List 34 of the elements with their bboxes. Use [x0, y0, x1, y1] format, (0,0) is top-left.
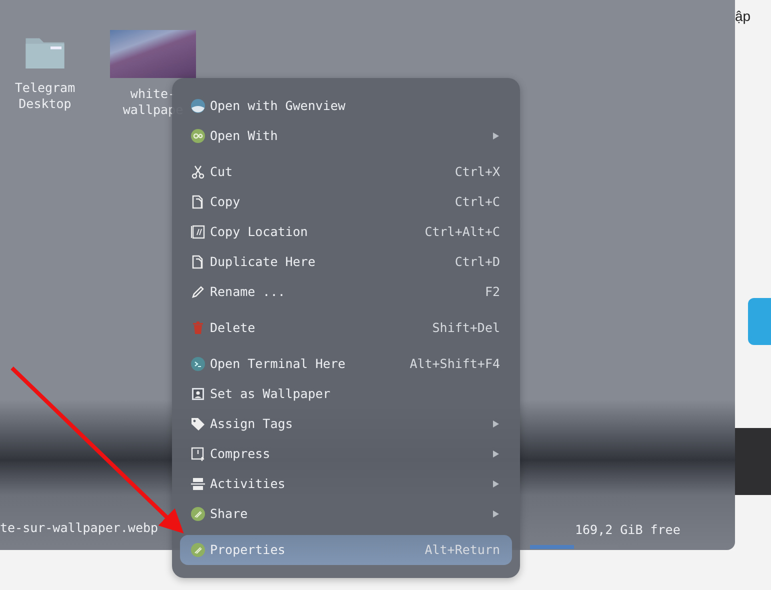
text-cursor-icon: [190, 224, 206, 240]
menu-item[interactable]: Duplicate Here Ctrl+D: [180, 247, 512, 277]
tag-icon: [190, 416, 206, 432]
menu-item[interactable]: Open with Gwenview: [180, 91, 512, 121]
pencil-icon: [190, 284, 206, 300]
terminal-icon: [190, 356, 206, 372]
menu-item[interactable]: Properties Alt+Return: [180, 535, 512, 565]
menu-item[interactable]: Open With: [180, 121, 512, 151]
menu-item[interactable]: Rename ... F2: [180, 277, 512, 307]
paperclip-icon: [190, 542, 206, 558]
page-text: ập: [735, 7, 752, 26]
image-viewer-icon: [190, 98, 206, 114]
trash-icon: [190, 320, 206, 336]
menu-item[interactable]: Delete Shift+Del: [180, 313, 512, 343]
menu-item[interactable]: Share: [180, 499, 512, 529]
free-space-label: 169,2 GiB free: [575, 520, 680, 539]
picture-frame-icon: [190, 386, 206, 402]
menu-item[interactable]: Compress: [180, 439, 512, 469]
file-label: Telegram Desktop: [14, 80, 76, 112]
menu-item[interactable]: Set as Wallpaper: [180, 379, 512, 409]
menu-item[interactable]: Cut Ctrl+X: [180, 157, 512, 187]
menu-item[interactable]: Assign Tags: [180, 409, 512, 439]
menu-item[interactable]: Open Terminal Here Alt+Shift+F4: [180, 349, 512, 379]
archive-icon: [190, 446, 206, 462]
menu-item[interactable]: Copy Ctrl+C: [180, 187, 512, 217]
gears-icon: [190, 128, 206, 144]
menu-item[interactable]: Copy Location Ctrl+Alt+C: [180, 217, 512, 247]
menu-item[interactable]: Activities: [180, 469, 512, 499]
paperclip-icon: [190, 506, 206, 522]
image-block: [735, 428, 771, 495]
cut-off-button[interactable]: [748, 298, 771, 345]
stacked-boxes-icon: [190, 476, 206, 492]
file-name-status: te-sur-wallpaper.webp: [0, 518, 158, 537]
scissors-icon: [190, 164, 206, 180]
